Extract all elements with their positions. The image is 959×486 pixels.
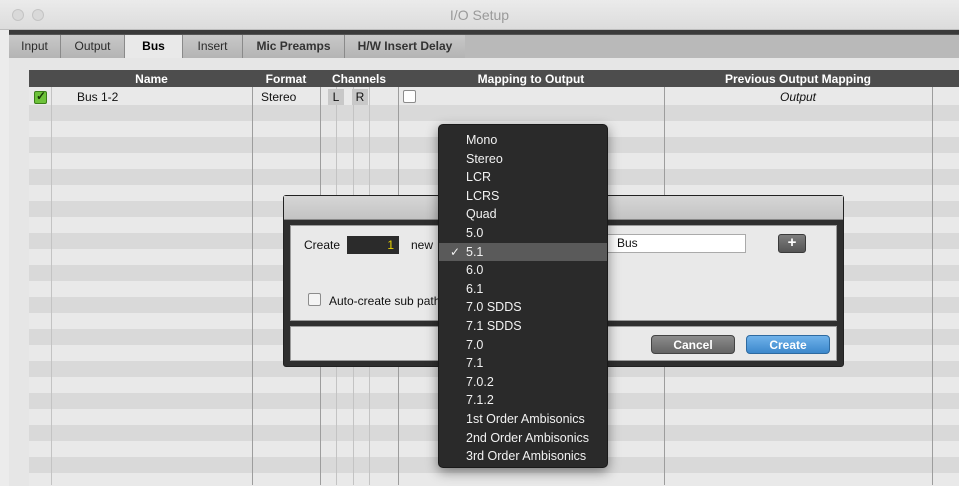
channel-right: R [352, 89, 368, 105]
format-menu-item[interactable]: 6.1 [439, 280, 607, 299]
format-menu-item-label: Quad [466, 207, 497, 222]
format-menu-item-label: 7.1 SDDS [466, 318, 522, 333]
format-menu-item-label: 6.1 [466, 281, 484, 296]
format-menu-item[interactable]: 7.1 SDDS [439, 317, 607, 336]
create-label: Create [304, 238, 341, 252]
format-menu-item[interactable]: 7.1.2 [439, 391, 607, 410]
format-menu-item-label: 6.0 [466, 263, 484, 278]
bus-name[interactable]: Bus 1-2 [77, 90, 118, 104]
format-menu-item[interactable]: 6.0 [439, 261, 607, 280]
previous-output-mapping: Output [779, 90, 817, 104]
format-menu-item[interactable]: 7.0 SDDS [439, 298, 607, 317]
channel-format-menu: Mono Stereo LCR LCRS Quad 5.0 ✓ 5.1 6.0 6.1 7.0 SD… [438, 124, 608, 468]
mapping-checkbox[interactable] [403, 90, 416, 103]
column-header-previous-mapping[interactable]: Previous Output Mapping [664, 72, 932, 86]
format-menu-item[interactable]: Stereo [439, 150, 607, 169]
format-menu-item[interactable]: 5.0 [439, 224, 607, 243]
format-menu-item-label: 1st Order Ambisonics [466, 411, 585, 426]
column-header-mapping[interactable]: Mapping to Output [398, 72, 664, 86]
tab-bar: Input Output Bus Insert Mic Preamps H/W … [9, 34, 959, 59]
format-menu-item[interactable]: 7.0 [439, 336, 607, 355]
tab-mic-preamps[interactable]: Mic Preamps [243, 35, 345, 59]
format-menu-item[interactable]: 7.1 [439, 354, 607, 373]
bus-enabled-checkbox[interactable] [34, 89, 47, 104]
table-row-stripe [29, 105, 959, 121]
column-header-channels[interactable]: Channels [320, 72, 398, 86]
format-menu-item-label: LCRS [466, 188, 500, 203]
format-menu-item-label: 7.0.2 [466, 374, 494, 389]
window-title: I/O Setup [449, 7, 510, 23]
bus-format: Stereo [261, 90, 297, 104]
auto-create-checkbox[interactable] [308, 293, 321, 306]
format-menu-item[interactable]: Quad [439, 205, 607, 224]
format-menu-item-label: 7.1.2 [466, 393, 494, 408]
format-menu-item-label: 7.1 [466, 356, 484, 371]
table-row[interactable]: Bus 1-2 Stereo L R Output [29, 89, 959, 105]
column-header-name[interactable]: Name [51, 72, 252, 86]
format-menu-item-label: LCR [466, 170, 492, 185]
table-header: Name Format Channels Mapping to Output P… [29, 70, 959, 87]
tab-insert[interactable]: Insert [183, 35, 243, 59]
format-menu-item-label: 5.1 [466, 244, 484, 259]
format-menu-item-label: Mono [466, 133, 498, 147]
cancel-button[interactable]: Cancel [651, 335, 735, 354]
auto-create-label: Auto-create sub paths [329, 294, 447, 308]
format-menu-item-label: 7.0 [466, 337, 484, 352]
tab-input[interactable]: Input [9, 35, 61, 59]
format-menu-item-label: 7.0 SDDS [466, 300, 522, 315]
path-name-field[interactable]: Bus [606, 234, 746, 253]
tab-bus[interactable]: Bus [125, 35, 183, 59]
format-menu-item-label: 5.0 [466, 225, 484, 240]
channel-left: L [328, 89, 344, 105]
format-menu-item-label: Stereo [466, 151, 503, 166]
format-menu-item[interactable]: 3rd Order Ambisonics [439, 447, 607, 466]
new-label: new [411, 238, 434, 252]
tab-hw-insert-delay[interactable]: H/W Insert Delay [345, 35, 465, 59]
column-header-format[interactable]: Format [252, 72, 320, 86]
format-menu-item[interactable]: LCRS [439, 187, 607, 206]
table-row-stripe [29, 473, 959, 486]
tab-output[interactable]: Output [61, 35, 125, 59]
format-menu-item[interactable]: 1st Order Ambisonics [439, 410, 607, 429]
create-button[interactable]: Create [746, 335, 830, 354]
format-menu-item[interactable]: LCR [439, 168, 607, 187]
format-menu-item[interactable]: ✓ 5.1 [439, 242, 607, 262]
path-count-field[interactable]: 1 [347, 236, 399, 254]
window-title-bar: I/O Setup [0, 0, 959, 30]
format-menu-item-label: 2nd Order Ambisonics [466, 430, 589, 445]
checkmark-icon: ✓ [450, 244, 461, 259]
format-menu-item-label: 3rd Order Ambisonics [466, 449, 587, 464]
add-row-button[interactable]: + [778, 234, 806, 253]
format-menu-item[interactable]: Mono [439, 131, 607, 150]
format-menu-item[interactable]: 7.0.2 [439, 373, 607, 392]
format-menu-item[interactable]: 2nd Order Ambisonics [439, 429, 607, 448]
